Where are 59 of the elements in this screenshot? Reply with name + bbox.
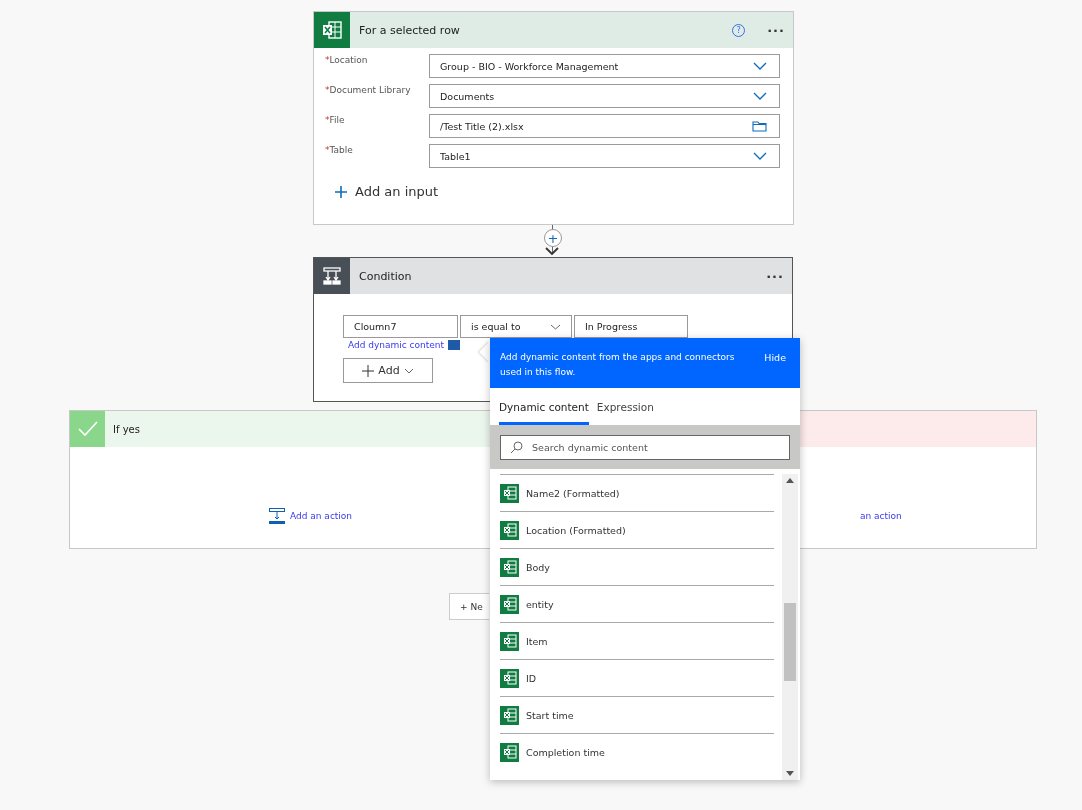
arrow-down-icon <box>545 247 559 256</box>
add-dynamic-content-link[interactable]: Add dynamic content <box>348 340 445 350</box>
panel-message: Add dynamic content from the apps and connectors used in this flow. <box>500 351 736 379</box>
dynamic-content-item[interactable]: entity <box>500 585 774 622</box>
excel-icon <box>500 594 519 614</box>
field-label: *File <box>325 114 346 125</box>
dynamic-content-item[interactable]: ID <box>500 659 774 696</box>
scrollbar[interactable] <box>782 474 798 780</box>
chevron-down-icon <box>753 92 767 100</box>
field-label: *Document Library <box>325 84 412 95</box>
chevron-down-icon <box>753 62 767 70</box>
scrollbar-thumb[interactable] <box>784 603 796 681</box>
card-title: For a selected row <box>359 23 461 37</box>
new-step-button[interactable]: + Ne <box>449 593 489 620</box>
excel-icon <box>500 742 519 762</box>
dropdown-field[interactable]: Documents <box>429 84 780 108</box>
dropdown-field[interactable]: Group - BIO - Workforce Management <box>429 54 780 78</box>
add-action-link[interactable]: an action <box>860 510 902 521</box>
scroll-down-icon[interactable] <box>786 771 794 776</box>
dropdown-field[interactable]: Table1 <box>429 144 780 168</box>
excel-icon <box>500 483 519 503</box>
excel-icon <box>500 631 519 651</box>
insert-step-button[interactable]: + <box>544 229 562 247</box>
panel-tab[interactable]: Expression <box>596 401 654 425</box>
plus-icon <box>362 364 375 377</box>
plus-icon <box>335 185 347 198</box>
branch-title: If yes <box>113 423 140 435</box>
file-field[interactable]: /Test Title (2).xlsx <box>429 114 780 138</box>
excel-icon <box>500 520 519 540</box>
dynamic-content-item[interactable]: Body <box>500 548 774 585</box>
chevron-down-icon <box>403 367 414 374</box>
add-action-button[interactable]: Add an action <box>269 507 353 524</box>
value-field[interactable]: In Progress <box>574 315 688 338</box>
value-field[interactable]: Cloumn7 <box>343 315 458 338</box>
dynamic-content-item[interactable]: Completion time <box>500 733 774 770</box>
add-button[interactable]: Add <box>343 358 433 383</box>
dynamic-content-icon[interactable] <box>448 340 461 350</box>
dynamic-content-item[interactable]: Item <box>500 622 774 659</box>
excel-icon <box>500 557 519 577</box>
field-label: *Table <box>325 144 354 155</box>
scroll-up-icon[interactable] <box>786 478 794 483</box>
hide-button[interactable]: Hide <box>764 352 786 363</box>
excel-icon <box>500 668 519 688</box>
card-title: Condition <box>359 269 413 283</box>
folder-icon <box>752 120 767 132</box>
dynamic-content-item[interactable]: Name2 (Formatted) <box>500 474 774 511</box>
search-field[interactable]: Search dynamic content <box>500 434 790 460</box>
chevron-down-icon <box>550 323 561 330</box>
add-input-button[interactable]: Add an input <box>335 184 439 199</box>
operator-dropdown[interactable]: is equal to <box>460 315 572 338</box>
more-options-icon[interactable]: ··· <box>767 22 785 38</box>
excel-icon <box>500 705 519 725</box>
chevron-down-icon <box>753 152 767 160</box>
dynamic-content-item[interactable]: Start time <box>500 696 774 733</box>
add-action-icon <box>269 507 285 524</box>
search-icon <box>510 440 523 454</box>
dynamic-content-item[interactable]: Location (Formatted) <box>500 511 774 548</box>
field-label: *Location <box>325 54 369 65</box>
more-options-icon[interactable]: ··· <box>766 268 784 284</box>
